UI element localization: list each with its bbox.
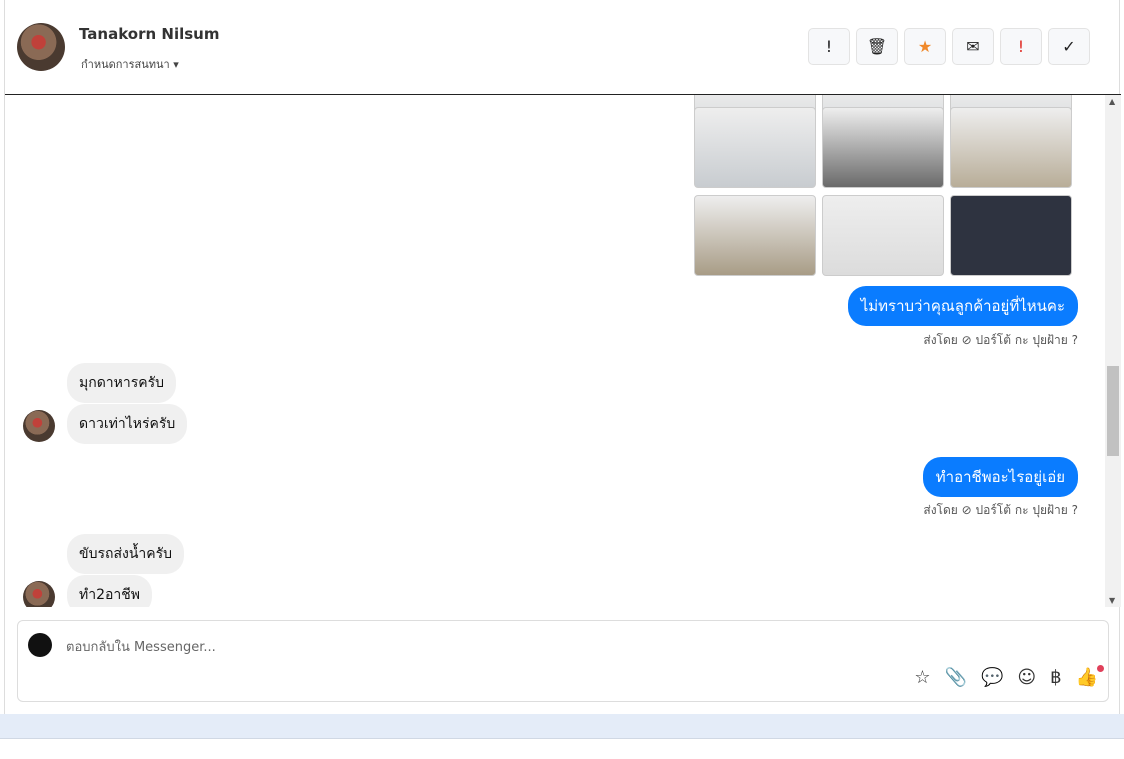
sent-by-label: ส่งโดย ⊘ ปอร์โต้ กะ ปุยฝ้าย ? bbox=[923, 333, 1078, 347]
car-photo-thumbnail[interactable] bbox=[694, 195, 816, 276]
like-icon[interactable]: 👍 bbox=[1076, 667, 1098, 688]
scrollbar-thumb[interactable] bbox=[1107, 366, 1119, 456]
page-avatar bbox=[28, 633, 52, 657]
conversation-header: Tanakorn Nilsum กำหนดการสนทนา ▾ ! 🗑 ★ ✉! ✓ bbox=[5, 0, 1121, 95]
scroll-down-icon[interactable]: ▼ bbox=[1109, 596, 1115, 605]
scroll-up-icon[interactable]: ▲ bbox=[1109, 97, 1115, 106]
emoji-icon[interactable]: ☺ bbox=[1017, 667, 1036, 688]
sent-by-label: ส่งโดย ⊘ ปอร์โต้ กะ ปุยฝ้าย ? bbox=[923, 503, 1078, 517]
outgoing-message: ไม่ทราบว่าคุณลูกค้าอยู่ที่ไหนคะ bbox=[847, 286, 1078, 326]
caret-down-icon: ▾ bbox=[173, 58, 179, 71]
star-button[interactable]: ★ bbox=[904, 28, 946, 65]
car-photo-thumbnail[interactable] bbox=[950, 107, 1072, 188]
car-photo-thumbnail[interactable] bbox=[822, 195, 944, 276]
car-photo-thumbnail[interactable] bbox=[822, 107, 944, 188]
car-photo-thumbnail[interactable] bbox=[694, 107, 816, 188]
conversation-settings-label: กำหนดการสนทนา bbox=[81, 58, 170, 71]
important-icon: ! bbox=[1017, 37, 1025, 56]
incoming-message: ทำ2อาชีพ bbox=[67, 575, 152, 607]
conversation-settings-dropdown[interactable]: กำหนดการสนทนา ▾ bbox=[81, 55, 179, 73]
action-toolbar: ! 🗑 ★ ✉! ✓ bbox=[808, 28, 1090, 65]
star-icon: ★ bbox=[917, 37, 933, 56]
reply-composer[interactable]: ตอบกลับใน Messenger... ☆ 📎 💬 ☺ ฿ 👍 bbox=[17, 620, 1109, 702]
contact-avatar-small bbox=[23, 581, 55, 607]
contact-avatar[interactable] bbox=[17, 23, 65, 71]
notification-dot bbox=[1097, 665, 1104, 672]
outgoing-message: ทำอาชีพอะไรอยู่เอ่ย bbox=[922, 457, 1078, 497]
page-background bbox=[0, 714, 1124, 738]
important-button[interactable]: ! bbox=[1000, 28, 1042, 65]
incoming-message: ขับรถส่งน้ำครับ bbox=[67, 534, 185, 574]
contact-name[interactable]: Tanakorn Nilsum bbox=[79, 25, 219, 43]
conversation-panel: Tanakorn Nilsum กำหนดการสนทนา ▾ ! 🗑 ★ ✉! ✓ ไ… bbox=[4, 0, 1121, 714]
scrollbar[interactable]: ▲ ▼ bbox=[1105, 95, 1121, 607]
mark-unread-button[interactable]: ✉ bbox=[952, 28, 994, 65]
sticker-icon[interactable]: ☆ bbox=[914, 667, 930, 688]
report-button[interactable]: ! bbox=[808, 28, 850, 65]
contact-avatar-small bbox=[23, 410, 55, 442]
payment-icon[interactable]: ฿ bbox=[1050, 667, 1061, 688]
incoming-message: ดาวเท่าไหร่ครับ bbox=[67, 404, 188, 444]
saved-reply-icon[interactable]: 💬 bbox=[981, 667, 1003, 688]
car-photo-thumbnail[interactable] bbox=[950, 195, 1072, 276]
incoming-message: มุกดาหารครับ bbox=[67, 363, 177, 403]
delete-button[interactable]: 🗑 bbox=[856, 28, 898, 65]
message-list: ไม่ทราบว่าคุณลูกค้าอยู่ที่ไหนคะ ส่งโดย ⊘… bbox=[5, 95, 1105, 607]
done-button[interactable]: ✓ bbox=[1048, 28, 1090, 65]
reply-input[interactable]: ตอบกลับใน Messenger... bbox=[66, 636, 216, 657]
report-icon: ! bbox=[825, 37, 833, 56]
attach-icon[interactable]: 📎 bbox=[945, 667, 967, 688]
composer-tools: ☆ 📎 💬 ☺ ฿ 👍 bbox=[914, 665, 1104, 688]
done-icon: ✓ bbox=[1062, 37, 1076, 56]
divider bbox=[0, 738, 1124, 739]
mark-unread-icon: ✉ bbox=[966, 37, 980, 56]
delete-icon: 🗑 bbox=[866, 37, 888, 56]
